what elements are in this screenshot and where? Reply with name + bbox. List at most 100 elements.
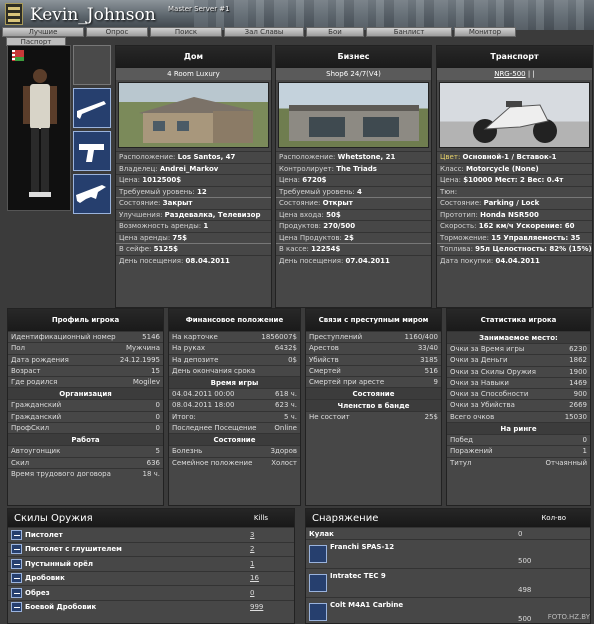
server-name: Master Server #1 [168, 5, 230, 13]
equipment-row: Franchi SPAS-12 500 [306, 539, 590, 568]
condition-title: Состояние [169, 433, 300, 446]
shotgun-icon [11, 573, 22, 584]
house-card: Дом 4 Room Luxury Расположение: Los Sant… [115, 45, 272, 308]
transport-row: Цвет: Основной-1 / Вставок-1 [437, 151, 592, 163]
work-title: Работа [8, 433, 163, 446]
vehicle-link[interactable]: NRG-500 [494, 70, 525, 78]
business-row: Цена Продуктов: 2$ [276, 231, 431, 244]
organization-row: Гражданский 0 [8, 410, 163, 422]
top-banner: Kevin_Johnson Master Server #1 [0, 0, 594, 30]
kills-link[interactable]: 16 [250, 571, 294, 585]
weapon-skill-row: Обрез 0 [8, 585, 294, 600]
transport-row: Тюн: [437, 185, 592, 198]
equipment-row: Кулак 0 [306, 527, 590, 539]
business-card: Бизнес Shop6 24/7(V4) Расположение: Whet… [275, 45, 432, 308]
m4-carbine-icon [309, 603, 327, 621]
business-photo [278, 82, 429, 148]
tab-search[interactable]: Поиск [150, 27, 222, 37]
playtime-row: Последнее Посещение Online [169, 422, 300, 433]
stats-row: Очки за Скилы Оружия 1900 [447, 365, 590, 377]
weapon-skills-panel: Скилы Оружия Kills Пистолет 3 Пистолет с г… [7, 508, 295, 624]
kills-link[interactable]: 0 [250, 586, 294, 600]
stats-row: Очки за Навыки 1469 [447, 376, 590, 388]
m4-carbine-weapon-icon[interactable] [73, 174, 111, 214]
transport-row: Дата покупки: 04.04.2011 [437, 254, 592, 267]
weapon-slot-empty[interactable] [73, 45, 111, 85]
tec9-weapon-icon[interactable] [73, 131, 111, 171]
finance-row: На карточке 1856007$ [169, 331, 300, 342]
crime-state-title: Состояние [306, 387, 441, 400]
business-row: Цена входа: 50$ [276, 208, 431, 221]
kills-link[interactable]: 3 [250, 528, 294, 542]
tec9-icon [309, 574, 327, 592]
tab-monitor[interactable]: Монитор [454, 27, 516, 37]
gang-row: Не состоит 25$ [306, 411, 441, 422]
finance-row: На депозите 0$ [169, 353, 300, 365]
kills-link[interactable]: 2 [250, 542, 294, 556]
transport-row: Топлива: 95л Целостность: 82% (15%) [437, 243, 592, 255]
crime-row: Смертей при аресте 9 [306, 376, 441, 387]
business-row: В кассе: 12254$ [276, 243, 431, 255]
business-row: Контролирует: The Triads [276, 162, 431, 175]
house-row: Цена аренды: 75$ [116, 231, 271, 244]
crime-panel: Связи с преступным миром Преступлений 116… [305, 308, 442, 506]
stats-row: Очки за Способности 900 [447, 388, 590, 399]
kills-link[interactable]: 999 [250, 600, 294, 614]
transport-title: Транспорт [437, 46, 592, 68]
work-row: Время трудового договора 18 ч. [8, 467, 163, 479]
house-type: 4 Room Luxury [116, 68, 271, 80]
house-row: День посещения: 08.04.2011 [116, 254, 271, 267]
transport-row: Цена: $10000 Мест: 2 Вес: 0.4т [437, 174, 592, 186]
stats-row: Очки за Время игры 6230 [447, 343, 590, 354]
desert-eagle-icon [11, 558, 22, 569]
profile-row: Где родился Mogilev [8, 376, 163, 387]
transport-model: NRG-500 | | [437, 68, 592, 80]
business-row: Требуемый уровень: 4 [276, 185, 431, 198]
profile-title: Профиль игрока [8, 309, 163, 331]
tab-fights[interactable]: Бои [306, 27, 364, 37]
house-row: Требуемый уровень: 12 [116, 185, 271, 198]
nav-tabs: Лучшие Опрос Поиск Зал Славы Бои Банлист… [0, 27, 594, 38]
house-row: Цена: 1012500$ [116, 174, 271, 186]
crime-row: Преступлений 1160/400 [306, 331, 441, 342]
rank-chevron-icon [5, 3, 23, 25]
crime-row: Смертей 516 [306, 364, 441, 376]
kills-link[interactable]: 1 [250, 557, 294, 571]
crime-title: Связи с преступным миром [306, 309, 441, 331]
transport-row: Торможение: 15 Управляемость: 35 [437, 231, 592, 244]
stats-row: Всего очков 15030 [447, 410, 590, 422]
weapon-skill-row: Пистолет с глушителем 2 [8, 541, 294, 557]
player-skin-figure [23, 69, 57, 197]
organization-row: ПрофСкил 0 [8, 422, 163, 433]
house-title: Дом [116, 46, 271, 68]
work-row: Скил 636 [8, 456, 163, 468]
profile-row: Идентификационный номер 5146 [8, 331, 163, 342]
weapon-skill-row: Боевой Дробовик 999 [8, 599, 294, 615]
finance-row: На руках 6432$ [169, 342, 300, 353]
tab-best[interactable]: Лучшие [2, 27, 84, 37]
transport-row: Скорость: 162 км/ч Ускорение: 60 [437, 220, 592, 232]
vehicle-photo [439, 82, 590, 148]
tab-banlist[interactable]: Банлист [366, 27, 452, 37]
shotgun-icon [309, 545, 327, 563]
house-row: Состояние: Закрыт [116, 197, 271, 209]
player-stats-panel: Статистика игрока Занимаемое место: Очки… [446, 308, 591, 506]
transport-row: Класс: Motorcycle (None) [437, 162, 592, 175]
ring-title: На ринге [447, 422, 590, 435]
work-row: Автоугонщик 5 [8, 445, 163, 456]
weapon-slots [71, 45, 111, 214]
player-name: Kevin_Johnson [30, 5, 156, 25]
quantity-column-header: Кол-во [541, 514, 566, 522]
tab-poll[interactable]: Опрос [86, 27, 148, 37]
tab-hall-of-fame[interactable]: Зал Славы [224, 27, 304, 37]
stats-row: Очки за Деньги 1862 [447, 354, 590, 365]
weapon-skills-title: Скилы Оружия [14, 512, 93, 524]
shotgun-weapon-icon[interactable] [73, 88, 111, 128]
organization-row: Гражданский 0 [8, 399, 163, 410]
rank-place-title: Занимаемое место: [447, 331, 590, 343]
house-row: Улучшения: Раздевалка, Телевизор [116, 208, 271, 221]
business-row: Цена: 6720$ [276, 174, 431, 186]
playtime-row: Итого: 5 ч. [169, 410, 300, 422]
watermark: FOTO.HZ.BY [547, 613, 590, 621]
business-row: День посещения: 07.04.2011 [276, 254, 431, 267]
